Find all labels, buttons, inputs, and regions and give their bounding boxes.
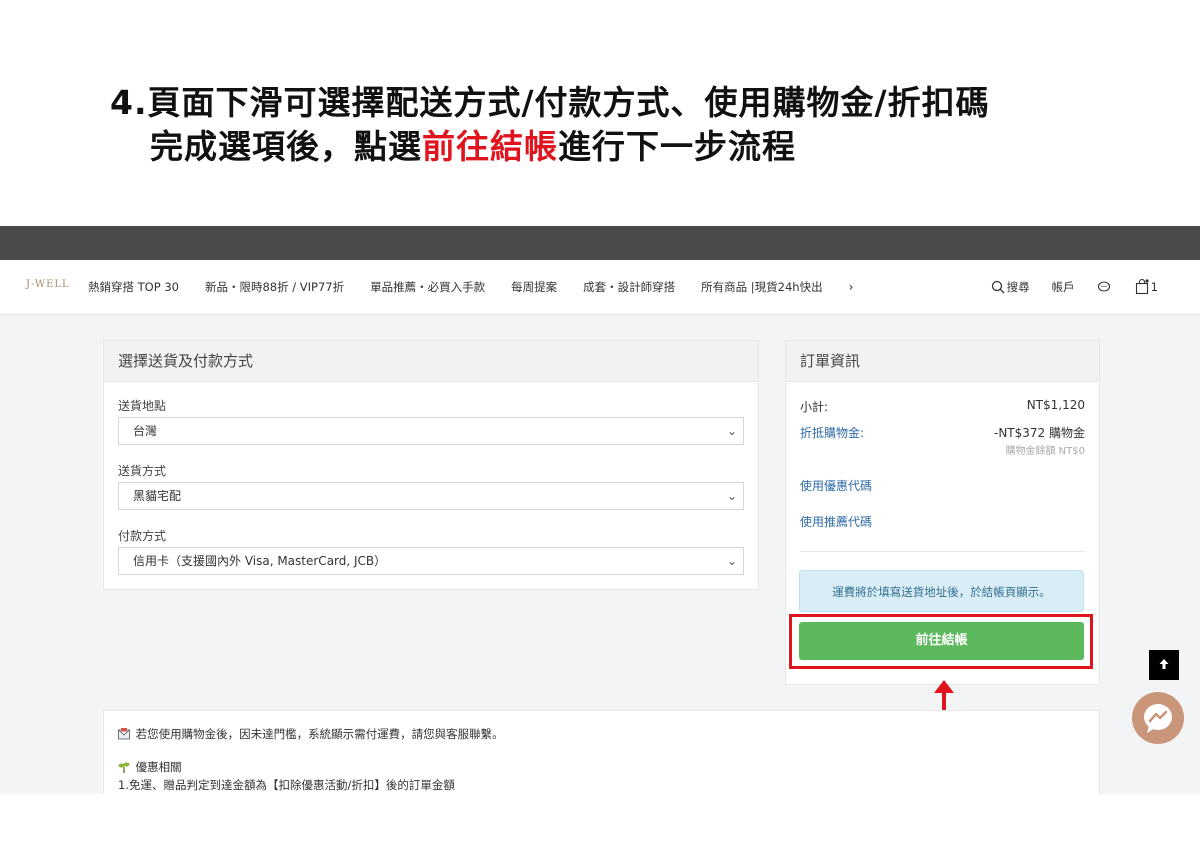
delivery-location-label: 送貨地點	[118, 399, 167, 413]
delivery-location-value: 台灣	[133, 424, 158, 438]
search-icon	[991, 280, 1005, 294]
delivery-method-value: 黑貓宅配	[133, 489, 182, 503]
search-button[interactable]: 搜尋	[991, 279, 1030, 295]
site-logo[interactable]: J-WELL	[26, 279, 70, 290]
screenshot-area: J-WELL 熱銷穿搭 TOP 30 新品・限時88折 / VIP77折 單品推…	[0, 260, 1200, 794]
promo-heading: 優惠相關	[135, 760, 182, 774]
chevron-down-icon: ⌄	[726, 489, 737, 503]
credit-notice-text: 若您使用購物金後，因未達門檻，系統顯示需付運費，請您與客服聯繫。	[135, 727, 504, 741]
order-divider	[800, 551, 1085, 552]
referral-code-link[interactable]: 使用推薦代碼	[800, 513, 872, 530]
payment-method-label: 付款方式	[118, 529, 167, 543]
chat-button[interactable]	[1097, 280, 1113, 294]
promo-line-1: 1.免運、贈品判定到達金額為【扣除優惠活動/折扣】後的訂單金額	[118, 778, 455, 792]
subtotal-label: 小計:	[800, 400, 829, 414]
chat-bubble-icon	[1097, 281, 1110, 292]
shipping-payment-panel: 選擇送貨及付款方式 送貨地點 台灣 ⌄ 送貨方式 黑貓宅配 ⌄ 付款方式 信用卡…	[103, 340, 759, 590]
nav-item-weekly[interactable]: 每周提案	[511, 279, 557, 295]
cart-button[interactable]: 1	[1135, 279, 1158, 295]
back-to-top-button[interactable]	[1149, 650, 1179, 680]
credit-value: -NT$372 購物金	[994, 426, 1085, 440]
subtotal-value: NT$1,120	[1026, 398, 1085, 412]
nav-item-recommend[interactable]: 單品推薦・必買入手款	[370, 279, 485, 295]
delivery-method-select[interactable]: 黑貓宅配 ⌄	[118, 482, 744, 510]
credit-label: 折抵購物金:	[800, 426, 865, 440]
nav-menu: 熱銷穿搭 TOP 30 新品・限時88折 / VIP77折 單品推薦・必買入手款…	[88, 260, 853, 314]
instruction-line-1: 4.頁面下滑可選擇配送方式/付款方式、使用購物金/折扣碼	[110, 83, 990, 122]
sprout-icon	[118, 762, 130, 773]
chevron-down-icon: ⌄	[726, 554, 737, 568]
browser-top-bar	[0, 226, 1200, 260]
chevron-down-icon: ⌄	[726, 424, 737, 438]
instruction-line-2: 完成選項後，點選前往結帳進行下一步流程	[150, 120, 796, 168]
arrow-up-icon	[1159, 659, 1169, 669]
messenger-icon	[1144, 704, 1172, 733]
instruction-suffix: 進行下一步流程	[558, 127, 796, 166]
shipping-panel-title: 選擇送貨及付款方式	[104, 341, 758, 382]
coupon-code-link[interactable]: 使用優惠代碼	[800, 477, 872, 494]
info-panel: 若您使用購物金後，因未達門檻，系統顯示需付運費，請您與客服聯繫。 優惠相關 1.…	[103, 710, 1100, 794]
payment-method-value: 信用卡（支援國內外 Visa, MasterCard, JCB）	[133, 554, 387, 568]
account-link[interactable]: 帳戶	[1052, 279, 1075, 295]
shipping-fee-notice: 運費將於填寫送貨地址後，於結帳頁顯示。	[799, 570, 1084, 612]
nav-right-tools: 搜尋 帳戶 1	[969, 260, 1158, 314]
envelope-icon	[118, 728, 130, 740]
nav-item-all[interactable]: 所有商品 |現貨24h快出	[701, 279, 822, 295]
shopping-bag-icon	[1135, 279, 1149, 295]
nav-item-new[interactable]: 新品・限時88折 / VIP77折	[205, 279, 344, 295]
messenger-chat-button[interactable]	[1132, 692, 1184, 744]
search-label: 搜尋	[1006, 280, 1030, 294]
delivery-method-label: 送貨方式	[118, 464, 167, 478]
nav-more-chevron-icon[interactable]: ›	[849, 280, 854, 294]
delivery-location-select[interactable]: 台灣 ⌄	[118, 417, 744, 445]
nav-item-top30[interactable]: 熱銷穿搭 TOP 30	[88, 279, 179, 295]
promo-heading-line: 優惠相關	[118, 759, 182, 775]
payment-method-select[interactable]: 信用卡（支援國內外 Visa, MasterCard, JCB） ⌄	[118, 547, 744, 575]
credit-balance: 購物金餘額 NT$0	[1005, 446, 1086, 457]
instruction-highlight: 前往結帳	[422, 127, 558, 166]
credit-notice-line: 若您使用購物金後，因未達門檻，系統顯示需付運費，請您與客服聯繫。	[118, 726, 504, 742]
site-navbar: J-WELL 熱銷穿搭 TOP 30 新品・限時88折 / VIP77折 單品推…	[0, 260, 1200, 315]
nav-item-sets[interactable]: 成套・設計師穿搭	[583, 279, 675, 295]
cart-count: 1	[1150, 280, 1158, 294]
instruction-area: 4.頁面下滑可選擇配送方式/付款方式、使用購物金/折扣碼 完成選項後，點選前往結…	[0, 0, 1200, 226]
checkout-button[interactable]: 前往結帳	[799, 622, 1084, 660]
instruction-prefix: 完成選項後，點選	[150, 127, 422, 166]
order-panel-title: 訂單資訊	[786, 341, 1099, 382]
